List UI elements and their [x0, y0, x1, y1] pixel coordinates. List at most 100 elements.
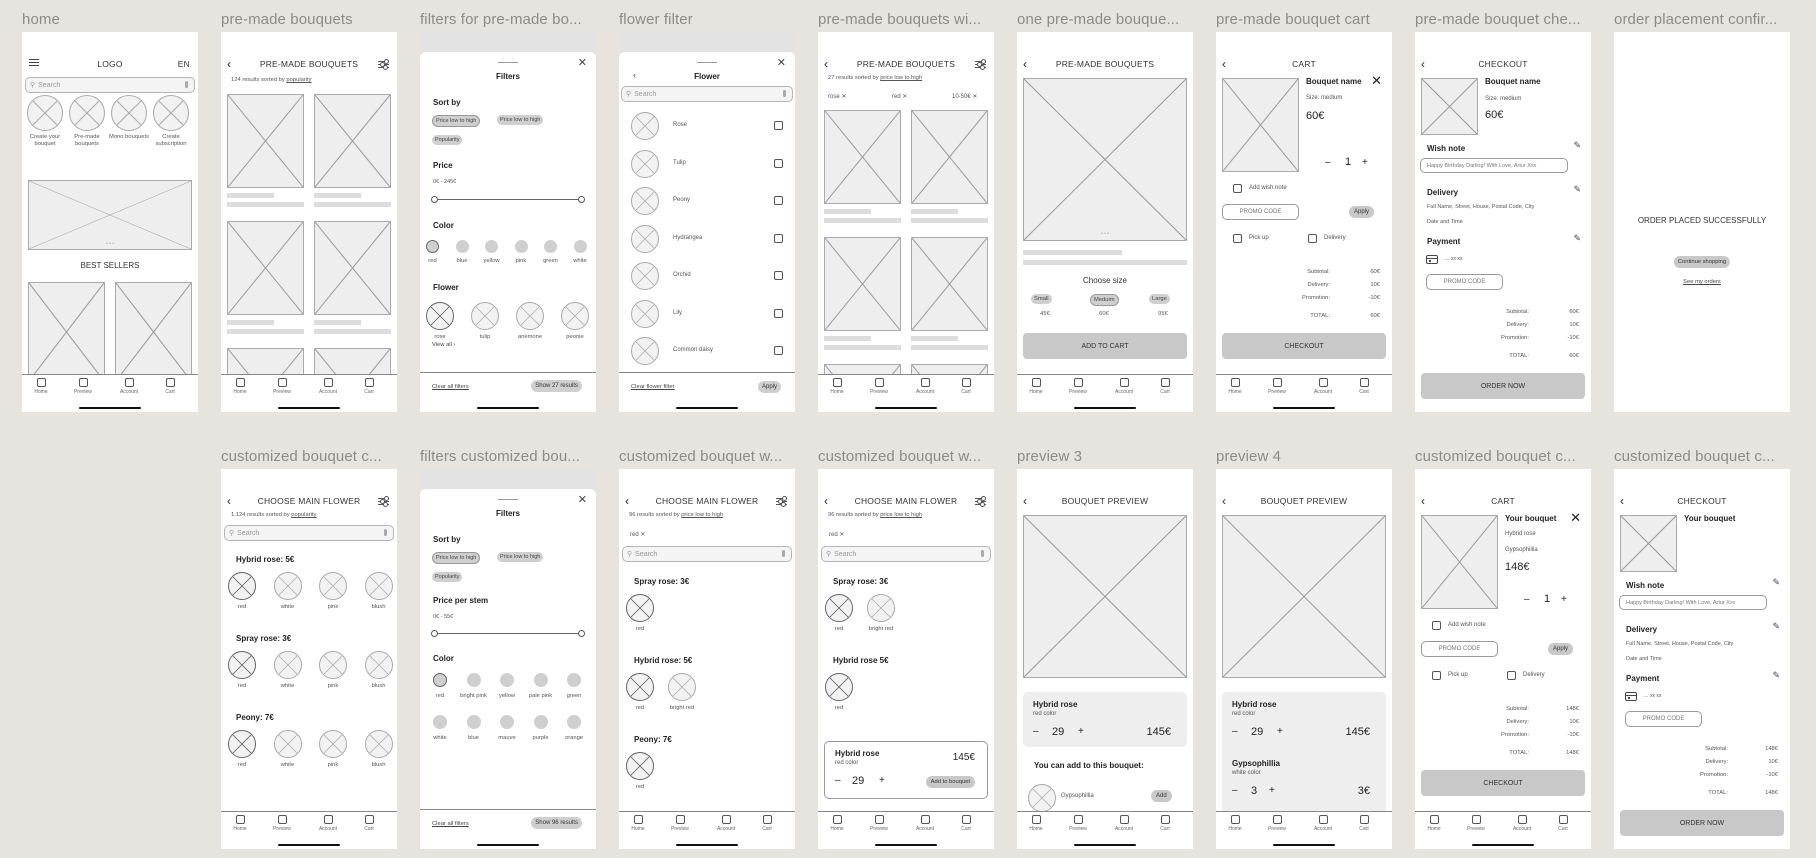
apply-promo-button[interactable]: Apply	[1548, 643, 1574, 655]
color-swatch[interactable]	[426, 240, 439, 253]
show-results-button[interactable]: Show 27 results	[531, 380, 582, 392]
filter-chip[interactable]: red ✕	[630, 531, 645, 538]
product-image[interactable]	[314, 221, 391, 315]
color-swatch[interactable]	[500, 715, 514, 729]
clear-flower-filter-link[interactable]: Clear flower filter	[631, 384, 675, 390]
nav-item-cart[interactable]: Cart	[951, 815, 981, 832]
decrease-qty-button[interactable]: –	[1232, 726, 1238, 737]
flower-color-option[interactable]	[825, 673, 853, 701]
increase-qty-button[interactable]: +	[1362, 157, 1368, 168]
nav-item-home[interactable]: Home	[623, 815, 653, 832]
search-input[interactable]: ⚲ Search	[821, 546, 991, 562]
flower-color-option[interactable]	[273, 651, 302, 679]
back-icon[interactable]: ‹	[1421, 493, 1425, 509]
category-icon[interactable]	[111, 95, 147, 131]
nav-item-account[interactable]: Account	[1308, 378, 1338, 395]
flower-list-item[interactable]: Common daisy	[629, 337, 785, 365]
flower-color-option[interactable]	[364, 572, 393, 600]
promo-code-input[interactable]: PROMO CODE	[1222, 204, 1299, 220]
product-image[interactable]	[115, 282, 192, 382]
price-slider[interactable]	[431, 196, 585, 203]
color-swatch[interactable]	[455, 240, 469, 253]
hero-carousel[interactable]: • • •	[28, 180, 192, 250]
flower-option[interactable]	[561, 302, 589, 330]
decrease-qty-button[interactable]: –	[1033, 726, 1039, 737]
product-image[interactable]	[28, 282, 105, 382]
nav-item-preview[interactable]: Preview	[1262, 815, 1292, 832]
search-input[interactable]: ⚲ Search	[25, 77, 195, 93]
flower-color-option[interactable]	[228, 572, 256, 600]
back-icon[interactable]: ‹	[1222, 493, 1226, 509]
flower-checkbox[interactable]	[774, 196, 783, 205]
slider-min-handle[interactable]	[431, 630, 438, 637]
nav-item-preview[interactable]: Preview	[267, 378, 297, 395]
flower-color-option[interactable]	[364, 730, 393, 758]
view-all-link[interactable]: View all ›	[432, 342, 455, 348]
slider-min-handle[interactable]	[431, 196, 438, 203]
drag-handle[interactable]	[498, 499, 518, 500]
category-icon[interactable]	[69, 95, 105, 131]
color-swatch[interactable]	[567, 715, 581, 729]
category-icon[interactable]	[153, 95, 189, 131]
sort-link[interactable]: price low to high	[681, 512, 723, 518]
color-swatch[interactable]	[573, 240, 587, 253]
nav-item-account[interactable]: Account	[1308, 815, 1338, 832]
back-icon[interactable]: ‹	[625, 493, 629, 509]
nav-item-account[interactable]: Account	[114, 378, 144, 395]
flower-list-item[interactable]: Tulip	[629, 149, 785, 178]
nav-item-cart[interactable]: Cart	[155, 378, 185, 395]
flower-color-option[interactable]	[228, 651, 256, 679]
increase-qty-button[interactable]: +	[1078, 726, 1084, 737]
clear-filters-link[interactable]: Clear all filters	[432, 384, 469, 390]
color-swatch[interactable]	[533, 673, 548, 687]
clear-filters-link[interactable]: Clear all filters	[432, 821, 469, 827]
back-icon[interactable]: ‹	[227, 493, 231, 509]
nav-item-cart[interactable]: Cart	[354, 378, 384, 395]
filter-chip[interactable]: 10-50€ ✕	[952, 93, 977, 100]
nav-item-home[interactable]: Home	[1220, 815, 1250, 832]
nav-item-account[interactable]: Account	[313, 378, 343, 395]
flower-list-item[interactable]: Orchid	[629, 262, 785, 290]
see-orders-link[interactable]: See my orders	[1614, 279, 1790, 285]
size-option[interactable]: Large	[1149, 294, 1170, 304]
flower-color-option[interactable]	[626, 594, 654, 622]
product-image[interactable]	[314, 94, 391, 188]
nav-item-account[interactable]: Account	[711, 815, 741, 832]
decrease-qty-button[interactable]: –	[1232, 785, 1238, 796]
flower-list-item[interactable]: Lily	[629, 299, 785, 328]
nav-item-home[interactable]: Home	[822, 378, 852, 395]
flower-color-option[interactable]	[668, 673, 696, 701]
promo-code-input[interactable]: PROMO CODE	[1426, 274, 1503, 290]
nav-item-cart[interactable]: Cart	[951, 378, 981, 395]
back-icon[interactable]: ‹	[1620, 493, 1624, 509]
nav-item-cart[interactable]: Cart	[1349, 378, 1379, 395]
language-selector[interactable]: EN	[178, 59, 190, 69]
flower-color-option[interactable]	[228, 730, 256, 758]
nav-item-account[interactable]: Account	[910, 815, 940, 832]
apply-button[interactable]: Apply	[757, 381, 781, 393]
pickup-checkbox[interactable]	[1432, 671, 1441, 680]
nav-item-home[interactable]: Home	[1021, 378, 1051, 395]
filter-chip[interactable]: red ✕	[892, 93, 907, 100]
search-input[interactable]: ⚲ Search	[224, 525, 394, 541]
back-icon[interactable]: ‹	[824, 493, 828, 509]
nav-item-preview[interactable]: Preview	[1063, 815, 1093, 832]
nav-item-cart[interactable]: Cart	[1349, 815, 1379, 832]
product-image[interactable]	[824, 237, 901, 331]
drag-handle[interactable]	[697, 62, 717, 63]
nav-item-preview[interactable]: Preview	[1063, 378, 1093, 395]
product-image[interactable]	[824, 110, 901, 204]
filter-icon[interactable]	[378, 59, 389, 70]
microphone-icon[interactable]	[981, 550, 984, 557]
flower-checkbox[interactable]	[774, 233, 783, 243]
color-swatch[interactable]	[466, 673, 481, 687]
product-image[interactable]	[227, 94, 304, 188]
add-to-cart-button[interactable]: ADD TO CART	[1023, 333, 1187, 359]
checkout-button[interactable]: CHECKOUT	[1222, 333, 1386, 359]
nav-item-preview[interactable]: Preview	[1262, 378, 1292, 395]
back-icon[interactable]: ‹	[1222, 56, 1226, 72]
filter-icon[interactable]	[975, 59, 986, 70]
flower-checkbox[interactable]	[774, 121, 783, 130]
product-image[interactable]: • • •	[1023, 78, 1187, 241]
color-swatch[interactable]	[466, 715, 481, 729]
